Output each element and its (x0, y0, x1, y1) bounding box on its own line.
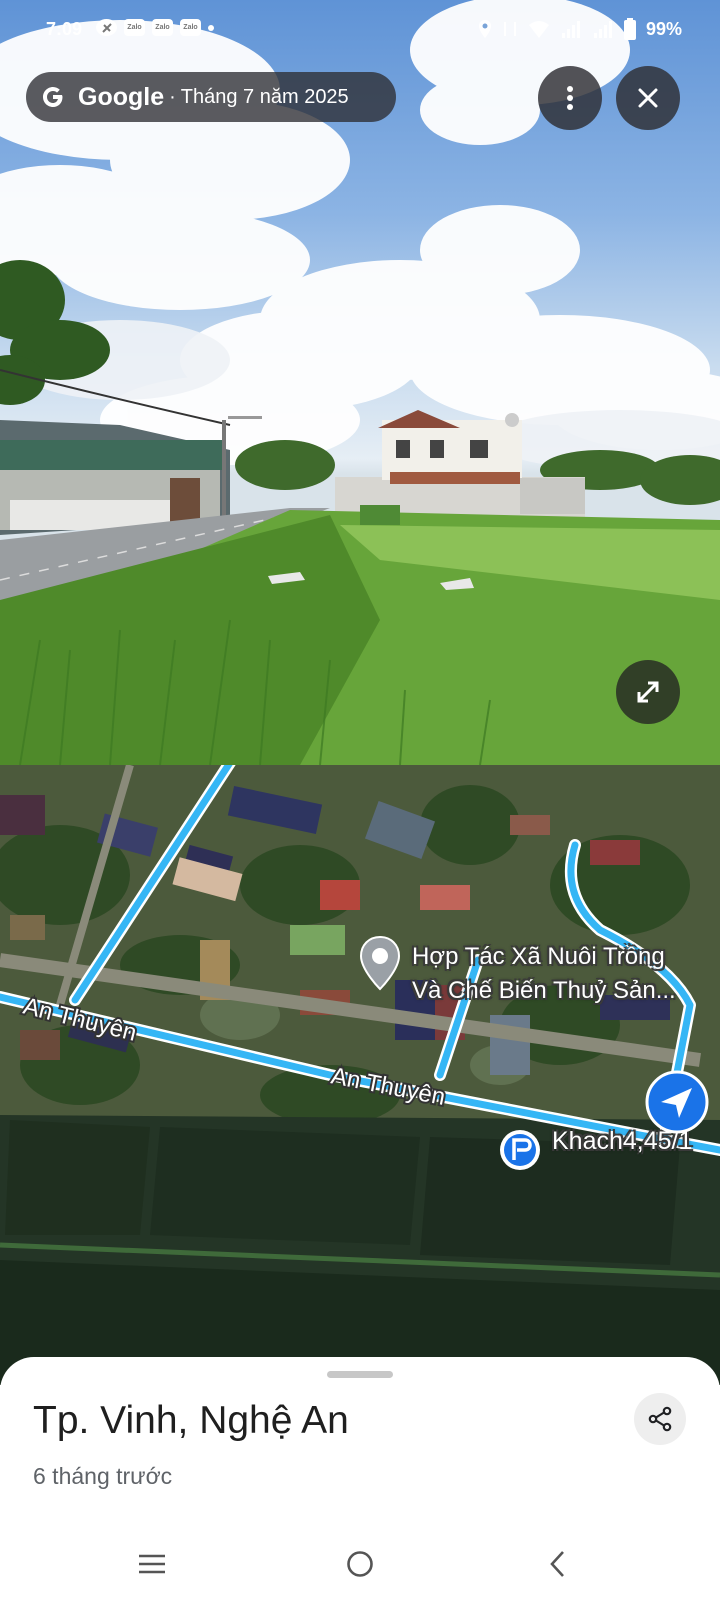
status-time: 7:09 (46, 19, 83, 39)
recents-button[interactable] (128, 1542, 176, 1586)
satellite-imagery: An Thuyên An Thuyên (0, 765, 720, 1385)
status-indicators: 99% (478, 18, 682, 40)
poi-label-line-2: Và Chế Biến Thuỷ Sản... (412, 977, 676, 1004)
navigation-arrow-icon[interactable] (645, 1070, 709, 1134)
close-button[interactable] (616, 66, 680, 130)
parking-flag-icon[interactable] (498, 1128, 542, 1172)
app-notification-icon (96, 19, 117, 36)
signal-2-icon (593, 21, 612, 38)
street-view-panorama[interactable]: 7:09 Zalo Zalo Zalo 99% Google · Tháng 7… (0, 0, 720, 765)
zalo-icon: Zalo (124, 19, 145, 36)
back-icon (550, 1551, 564, 1577)
separator-dot: · (169, 85, 176, 108)
battery-percent: 99% (645, 18, 682, 39)
notification-icons: Zalo Zalo Zalo (96, 19, 214, 36)
home-icon (347, 1551, 373, 1577)
fullscreen-button[interactable] (616, 660, 680, 724)
status-bar: 7:09 Zalo Zalo Zalo 99% (0, 0, 720, 60)
imagery-source-pill[interactable]: Google · Tháng 7 năm 2025 (26, 72, 396, 122)
location-icon (478, 20, 491, 38)
data-icon (503, 22, 516, 36)
system-navigation-bar (0, 1530, 720, 1600)
signal-1-icon (561, 21, 580, 38)
imagery-source-name: Google (78, 82, 165, 111)
recents-icon (139, 1554, 165, 1574)
share-icon (648, 1406, 672, 1432)
more-options-button[interactable] (538, 66, 602, 130)
zalo-icon: Zalo (180, 19, 201, 36)
poi-marker-icon[interactable] (358, 935, 402, 991)
more-notifications-icon (208, 24, 214, 31)
expand-icon (637, 681, 659, 703)
capture-age: 6 tháng trước (33, 1463, 173, 1489)
poi-label-line-1: Hợp Tác Xã Nuôi Trồng (412, 943, 665, 970)
back-button[interactable] (534, 1542, 582, 1586)
satellite-map[interactable]: An Thuyên An Thuyên Hợp Tác Xã Nuôi Trồn… (0, 765, 720, 1385)
wifi-icon (528, 21, 549, 38)
close-icon (638, 88, 658, 108)
poi-label[interactable]: Hợp Tác Xã Nuôi Trồng Và Chế Biến Thuỷ S… (412, 940, 676, 1008)
place-title: Tp. Vinh, Nghệ An (33, 1399, 349, 1442)
battery-icon (623, 18, 636, 40)
more-vert-icon (567, 86, 573, 110)
google-g-icon (43, 87, 63, 107)
sheet-drag-handle[interactable] (327, 1371, 393, 1378)
share-button[interactable] (634, 1393, 686, 1445)
home-button[interactable] (336, 1542, 384, 1586)
zalo-icon: Zalo (152, 19, 173, 36)
capture-date: Tháng 7 năm 2025 (180, 85, 349, 108)
